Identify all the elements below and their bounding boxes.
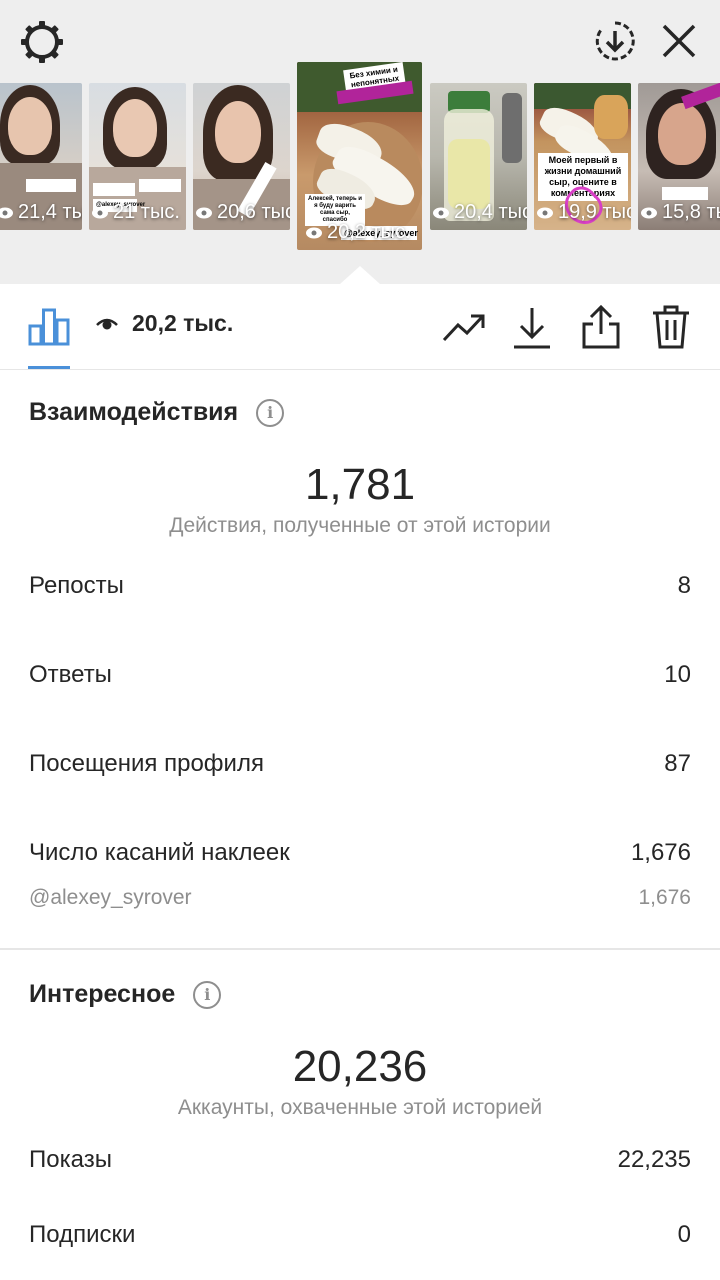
metric-value: 10 <box>664 661 691 688</box>
interactions-section-title: Взаимодействия i <box>29 398 285 427</box>
view-count: 20,2 тыс. <box>96 310 233 337</box>
discovery-total-label: Аккаунты, охваченные этой историей <box>177 1096 543 1119</box>
story-thumbnail[interactable]: 15,8 тыс. <box>638 83 720 230</box>
metric-value: 22,235 <box>617 1146 691 1173</box>
metric-row-follows: Подписки 0 <box>29 1221 691 1249</box>
view-count-value: 20,2 тыс. <box>132 310 234 336</box>
metric-row-replies: Ответы 10 <box>29 661 691 689</box>
story-preview-area: 21,4 тыс. @alexey_syrover 21 тыс. <box>0 0 720 284</box>
story-thumbnail[interactable]: @alexey_syrover 21 тыс. <box>89 83 186 230</box>
metric-row-sticker-taps: Число касаний наклеек 1,676 <box>29 839 691 867</box>
story-toolbar: 20,2 тыс. <box>0 284 720 370</box>
metric-label: Ответы <box>29 661 112 688</box>
thumbnail-view-count: 20,4 тыс. <box>430 201 527 224</box>
metric-value: 1,676 <box>630 839 691 866</box>
insights-bar-chart-icon[interactable] <box>24 302 74 350</box>
eye-icon <box>96 318 118 329</box>
discovery-section-title: Интересное i <box>29 980 222 1009</box>
settings-gear-icon[interactable] <box>18 18 66 66</box>
metric-row-profile-visits: Посещения профиля 87 <box>29 750 691 778</box>
story-thumbnail[interactable]: 20,6 тыс. <box>193 83 290 230</box>
promote-trend-icon[interactable] <box>440 306 488 350</box>
insights-tab-indicator <box>28 366 70 369</box>
metric-label: @alexey_syrover <box>29 886 192 909</box>
close-icon[interactable] <box>654 16 704 66</box>
metric-label: Показы <box>29 1146 112 1173</box>
interactions-total: 1,781 <box>304 460 416 509</box>
metric-value: 0 <box>677 1221 691 1248</box>
thumbnail-view-count: 21,4 тыс. <box>0 201 82 224</box>
thumbnail-view-count: 19,9 тыс. <box>534 201 631 224</box>
selected-story-pointer <box>340 266 380 284</box>
delete-trash-icon[interactable] <box>648 302 694 352</box>
story-thumbnail[interactable]: 20,4 тыс. <box>430 83 527 230</box>
story-thumbnail-selected[interactable]: Без химии и непонятных добавок Алексей, … <box>297 62 422 250</box>
metric-label: Посещения профиля <box>29 750 264 777</box>
share-upload-icon[interactable] <box>578 302 624 352</box>
metric-label: Подписки <box>29 1221 136 1248</box>
story-thumbnail[interactable]: 21,4 тыс. <box>0 83 82 230</box>
thumbnail-view-count: 15,8 тыс. <box>638 201 720 224</box>
section-divider <box>0 948 720 950</box>
info-icon[interactable]: i <box>193 980 222 1009</box>
metric-row-reposts: Репосты 8 <box>29 572 691 600</box>
interactions-total-label: Действия, полученные от этой истории <box>169 514 551 537</box>
metric-label: Репосты <box>29 572 124 599</box>
metric-subrow-mention-sticker[interactable]: @alexey_syrover 1,676 <box>29 886 691 910</box>
discovery-total: 20,236 <box>292 1042 428 1091</box>
metric-value: 8 <box>677 572 691 599</box>
metric-value: 87 <box>664 750 691 777</box>
story-thumbnail[interactable]: Моей первый в жизни домашний сыр, оценит… <box>534 83 631 230</box>
download-circle-icon[interactable] <box>590 16 640 66</box>
metric-label: Число касаний наклеек <box>29 839 290 866</box>
thumbnail-view-count: 21 тыс. <box>89 201 180 224</box>
metric-row-impressions: Показы 22,235 <box>29 1146 691 1174</box>
story-thumbnail-strip[interactable]: 21,4 тыс. @alexey_syrover 21 тыс. <box>0 62 720 262</box>
thumbnail-view-count: 20,2 тыс. <box>303 221 411 244</box>
metric-value: 1,676 <box>638 886 691 909</box>
save-download-icon[interactable] <box>510 304 554 352</box>
info-icon[interactable]: i <box>256 398 285 427</box>
thumbnail-view-count: 20,6 тыс. <box>193 201 290 224</box>
